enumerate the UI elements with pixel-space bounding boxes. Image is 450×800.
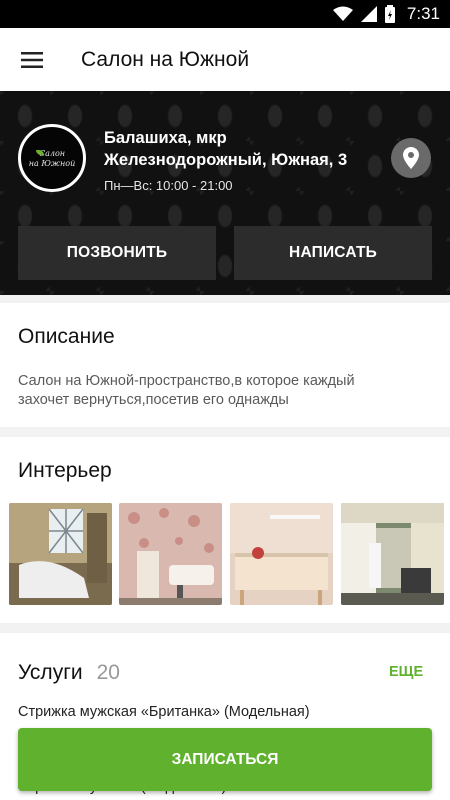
description-title: Описание xyxy=(18,325,115,348)
services-title: Услуги xyxy=(18,661,83,684)
app-bar: Салон на Южной xyxy=(0,28,450,91)
hamburger-icon xyxy=(21,51,43,68)
salon-address: Балашиха, мкр Железнодорожный, Южная, 3 … xyxy=(104,127,384,193)
interior-photo-3[interactable] xyxy=(230,503,333,605)
opening-hours: Пн—Вс: 10:00 - 21:00 xyxy=(104,178,233,193)
logo-line-2: на Южной xyxy=(28,158,76,168)
description-line-2: захочет вернуться,посетив его однажды xyxy=(18,392,289,408)
write-button[interactable]: НАПИСАТЬ xyxy=(234,226,432,280)
wifi-icon xyxy=(332,6,353,21)
interior-photo-4[interactable] xyxy=(341,503,444,605)
signal-icon xyxy=(360,6,377,22)
menu-button[interactable] xyxy=(0,28,64,91)
leaf-icon xyxy=(36,150,44,155)
page-title: Салон на Южной xyxy=(81,47,250,71)
book-button[interactable]: ЗАПИСАТЬСЯ xyxy=(18,728,432,791)
description-text: Салон на Южной-пространство,в которое ка… xyxy=(18,372,355,410)
salon-logo: Салон на Южной xyxy=(18,124,86,192)
interior-photo-2[interactable] xyxy=(119,503,222,605)
address-line-2: Железнодорожный, Южная, 3 xyxy=(104,151,348,169)
description-section: Описание Салон на Южной-пространство,в к… xyxy=(0,303,450,427)
services-count: 20 xyxy=(96,661,120,684)
address-line-1: Балашиха, мкр xyxy=(104,129,227,147)
service-item[interactable]: Стрижка мужская «Британка» (Модельная) xyxy=(18,704,310,720)
services-header: Услуги 20 xyxy=(18,661,120,685)
description-line-1: Салон на Южной-пространство,в которое ка… xyxy=(18,373,355,389)
status-bar: 7:31 xyxy=(0,0,450,28)
interior-title: Интерьер xyxy=(18,459,112,482)
location-pin-icon xyxy=(403,147,419,169)
interior-photo-1[interactable] xyxy=(9,503,112,605)
battery-icon xyxy=(384,5,395,23)
status-time: 7:31 xyxy=(406,4,440,23)
call-button[interactable]: ПОЗВОНИТЬ xyxy=(18,226,216,280)
salon-header: Салон на Южной Балашиха, мкр Железнодоро… xyxy=(0,91,450,295)
map-button[interactable] xyxy=(391,138,431,178)
services-more-link[interactable]: ЕЩЕ xyxy=(389,664,423,680)
